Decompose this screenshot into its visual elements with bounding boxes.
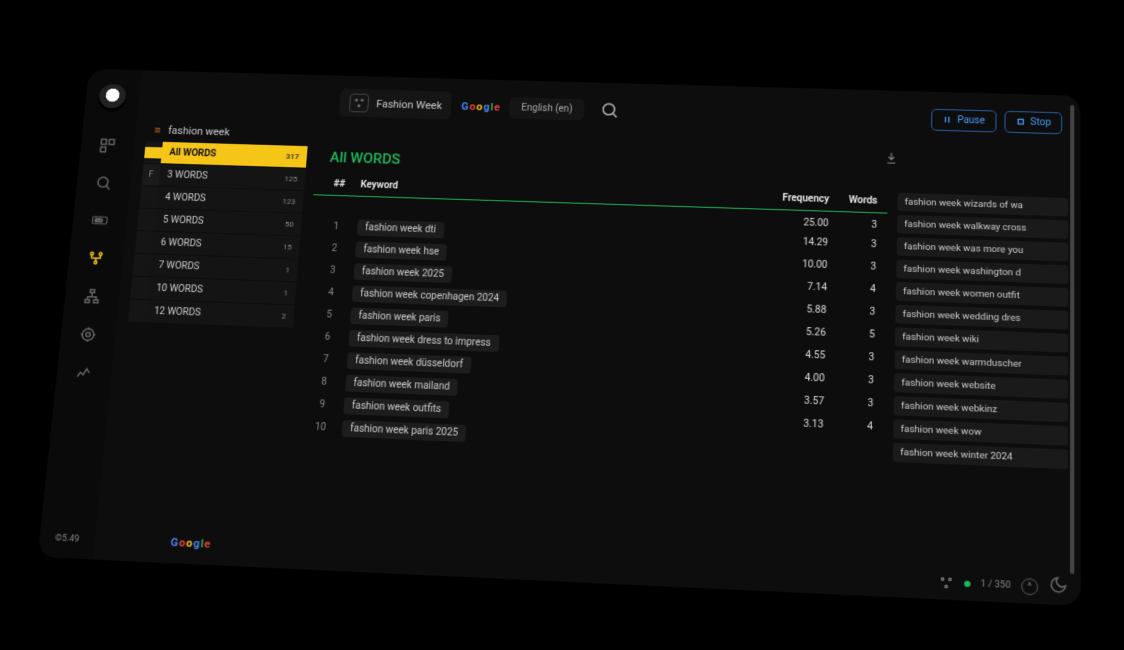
scroll-top-icon[interactable]: ^ (1021, 578, 1038, 596)
keyword-pill[interactable]: fashion week düsseldorf (347, 352, 472, 373)
credits-label: ©5.49 (54, 534, 79, 545)
svg-text:SEO: SEO (94, 218, 102, 224)
stream-item[interactable]: fashion week webkinz (894, 396, 1068, 422)
filter-item[interactable]: All WORDS317 (161, 142, 308, 168)
keyword-pill[interactable]: fashion week outfits (343, 397, 449, 418)
status-dot (964, 581, 970, 588)
stream-item[interactable]: fashion week wiki (895, 327, 1068, 352)
analytics-icon[interactable] (72, 362, 95, 384)
cluster-icon[interactable] (84, 247, 107, 269)
stream-item[interactable]: fashion week website (894, 373, 1068, 399)
cluster-status-icon (938, 575, 953, 590)
pause-button[interactable]: Pause (931, 108, 996, 132)
sitemap-icon[interactable] (80, 285, 103, 307)
filter-prefix: F (142, 164, 161, 185)
dashboard-icon[interactable] (96, 135, 119, 156)
stream-item[interactable]: fashion week walkway cross (897, 215, 1068, 239)
stream-item[interactable]: fashion week washington d (896, 260, 1068, 285)
cluster-small-icon (349, 93, 370, 112)
keyword-table-panel: All WORDS ## Keyword Frequency Words 25.… (284, 146, 888, 586)
stop-button[interactable]: Stop (1004, 110, 1062, 134)
stream-item[interactable]: fashion week warmduscher (894, 350, 1068, 376)
language-selector[interactable]: English (en) (509, 97, 585, 121)
breadcrumb-icon: ≡ (154, 124, 161, 136)
filter-item[interactable]: 12 WORDS2 (145, 300, 294, 328)
seo-icon[interactable]: SEO (88, 210, 111, 231)
google-logo-footer: Google (170, 536, 211, 551)
keyword-pill[interactable]: fashion week paris (350, 308, 449, 328)
keyword-pill[interactable]: fashion week 2025 (353, 263, 452, 283)
download-icon[interactable] (884, 151, 898, 168)
keyword-pill[interactable]: fashion week copenhagen 2024 (352, 285, 508, 307)
stream-item[interactable]: fashion week wow (893, 419, 1068, 445)
seed-keyword-chip[interactable]: Fashion Week (339, 89, 453, 120)
stream-item[interactable]: fashion week women outfit (896, 282, 1068, 307)
google-logo: Google (461, 100, 501, 113)
seed-keyword-text: Fashion Week (376, 97, 442, 111)
stream-item[interactable]: fashion week wedding dres (895, 305, 1068, 330)
filter-prefix (144, 146, 162, 158)
avatar[interactable] (97, 84, 128, 112)
main-panel: Fashion Week Google English (en) Pause S… (93, 70, 1081, 606)
filter-sidebar: All WORDS317F3 WORDS1254 WORDS1235 WORDS… (105, 141, 307, 558)
keyword-pill[interactable]: fashion week hse (355, 241, 447, 260)
search-nav-icon[interactable] (92, 172, 115, 193)
search-icon[interactable] (599, 100, 619, 119)
breadcrumb-text: fashion week (168, 124, 231, 138)
target-icon[interactable] (76, 324, 99, 346)
stream-item[interactable]: fashion week was more you (897, 237, 1069, 261)
stream-item[interactable]: fashion week winter 2024 (893, 443, 1068, 470)
keyword-pill[interactable]: fashion week paris 2025 (342, 420, 467, 442)
stream-item[interactable]: fashion week wizards of wa (897, 193, 1068, 217)
keyword-pill[interactable]: fashion week dress to impress (348, 330, 499, 352)
status-footer: 1 / 350 ^ (938, 574, 1038, 595)
keyword-pill[interactable]: fashion week dti (357, 219, 445, 238)
live-stream-panel: fashion week wizards of wafashion week w… (890, 193, 1068, 595)
keyword-pill[interactable]: fashion week mailand (345, 375, 458, 396)
progress-label: 1 / 350 (981, 579, 1011, 591)
